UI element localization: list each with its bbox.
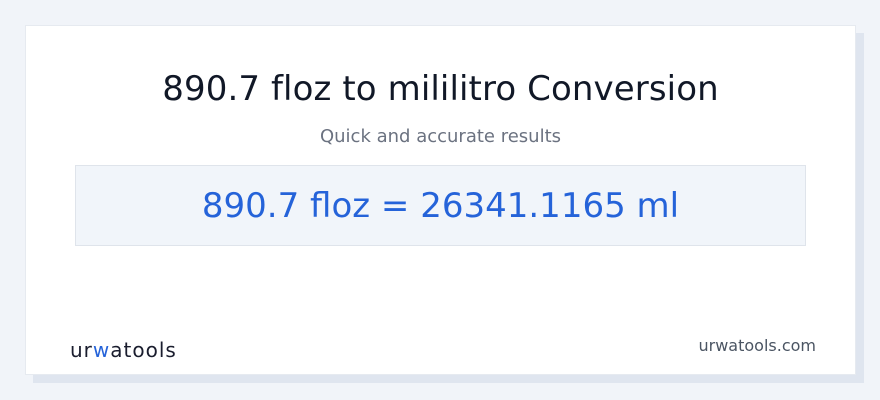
page-title: 890.7 floz to mililitro Conversion — [162, 69, 719, 109]
result-box: 890.7 floz = 26341.1165 ml — [75, 165, 806, 246]
conversion-result: 890.7 floz = 26341.1165 ml — [201, 185, 680, 226]
logo-text-start: ur — [70, 338, 93, 362]
site-link[interactable]: urwatools.com — [699, 335, 817, 357]
conversion-card: 890.7 floz to mililitro Conversion Quick… — [25, 25, 856, 375]
logo-text-accent: w — [92, 338, 111, 362]
page: 890.7 floz to mililitro Conversion Quick… — [0, 0, 880, 400]
urwatools-logo[interactable]: ur w atools — [70, 338, 177, 362]
page-subtitle: Quick and accurate results — [319, 126, 562, 147]
logo-text-end: atools — [110, 338, 177, 362]
